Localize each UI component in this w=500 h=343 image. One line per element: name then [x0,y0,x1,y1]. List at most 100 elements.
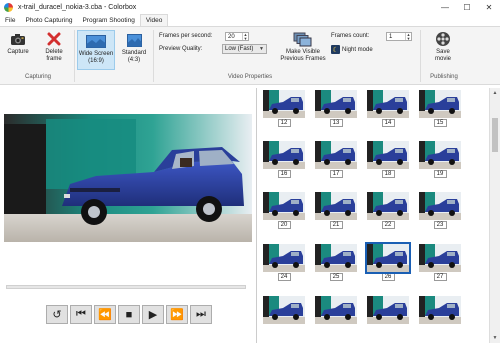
standard-aspect-label: Standard (4:3) [121,50,147,63]
frame-thumbnail-image [263,296,305,324]
frame-thumbnail[interactable]: 23 [419,192,461,229]
ribbon: Capture Delete frame Capturing Wide Scre… [0,27,500,85]
frames-count-value: 1 [389,33,393,40]
fps-value: 20 [228,33,235,40]
frame-number: 15 [433,119,447,127]
tab-video[interactable]: Video [139,14,169,26]
video-properties-group-label: Video Properties [227,74,273,80]
frame-number: 24 [277,273,291,281]
frame-thumbnail[interactable]: 24 [263,244,305,281]
frame-thumbnail[interactable]: 22 [367,192,409,229]
window-title: x-trail_duracel_nokia-3.cba - Colorbox [18,3,137,11]
previous-frames-icon [293,31,313,47]
capture-button[interactable]: Capture [4,31,32,56]
frame-thumbnail[interactable] [315,296,357,333]
first-frame-icon[interactable]: ⏮ [70,305,92,324]
rewind-icon[interactable]: ↺ [46,305,68,324]
frame-thumbnail[interactable]: 12 [263,90,305,127]
frame-thumbnail[interactable]: 20 [263,192,305,229]
wide-screen-label: Wide Screen (16:9) [78,51,114,64]
frame-thumbnail[interactable]: 25 [315,244,357,281]
frame-number: 20 [277,221,291,229]
frame-thumbnail[interactable]: 16 [263,141,305,178]
publishing-group-label: Publishing [430,74,458,80]
preview-pane: ↺ ⏮ ⏪ ■ ▶ ⏩ ⏭ [0,90,256,343]
frame-thumbnail[interactable]: 13 [315,90,357,127]
frame-thumbnail-image [263,90,305,118]
frame-thumbnail[interactable]: 15 [419,90,461,127]
scroll-thumb[interactable] [492,118,498,152]
preview-quality-label: Preview Quality: [159,46,203,52]
standard-aspect-button[interactable]: Standard (4:3) [118,32,150,64]
frame-number: 19 [433,170,447,178]
stop-icon[interactable]: ■ [118,305,140,324]
tab-program-shooting[interactable]: Program Shooting [77,14,139,26]
frame-number: 27 [433,273,447,281]
ribbon-separator [74,30,75,82]
preview-quality-value: Low (Fast) [225,46,254,52]
frame-number: 18 [381,170,395,178]
last-frame-icon[interactable]: ⏭ [190,305,212,324]
frame-thumbnail[interactable] [419,296,461,333]
spinner-arrows-icon[interactable]: ▲ ▼ [405,33,411,40]
frame-thumbnail[interactable]: 17 [315,141,357,178]
window-controls: — ☐ ✕ [434,0,500,14]
frame-thumbnail-image [315,141,357,169]
frame-thumbnail-image [263,192,305,220]
frame-thumbnail-image [419,244,461,272]
previous-frame-icon[interactable]: ⏪ [94,305,116,324]
frame-number: 22 [381,221,395,229]
make-visible-label: Make Visible Previous Frames [280,49,326,62]
frame-thumbnail-image [419,141,461,169]
frame-thumbnail-image [315,192,357,220]
ribbon-tab-bar: File Photo Capturing Program Shooting Vi… [0,14,500,27]
frame-thumbnail[interactable]: 14 [367,90,409,127]
moon-icon: ☾ [331,45,340,54]
frame-thumbnail-image [365,242,411,274]
frame-thumbnail-image [315,90,357,118]
frame-thumbnail-image [263,244,305,272]
frame-thumbnail[interactable]: 26 [365,242,411,281]
frame-number: 26 [381,273,395,281]
timeline-seekbar[interactable] [6,285,246,289]
tab-file[interactable]: File [0,14,20,26]
close-button[interactable]: ✕ [478,0,500,14]
frame-thumbnail-image [315,244,357,272]
frame-thumbnail[interactable]: 27 [419,244,461,281]
ribbon-separator [420,30,421,82]
frame-thumbnail-image [263,141,305,169]
fps-spinner[interactable]: 20 ▲ ▼ [225,32,249,41]
player-controls: ↺ ⏮ ⏪ ■ ▶ ⏩ ⏭ [46,305,212,324]
camera-icon [8,31,28,47]
frames-count-spinner[interactable]: 1 ▲ ▼ [386,32,412,41]
frame-thumbnail[interactable]: 19 [419,141,461,178]
film-reel-icon [433,31,453,47]
play-icon[interactable]: ▶ [142,305,164,324]
save-movie-button[interactable]: Save movie [428,31,458,63]
frame-thumbnail[interactable] [263,296,305,333]
frame-thumbnail[interactable]: 18 [367,141,409,178]
frame-thumbnail[interactable]: 21 [315,192,357,229]
frames-scrollbar[interactable]: ▲ ▼ [489,88,500,343]
minimize-button[interactable]: — [434,0,456,14]
scroll-down-icon[interactable]: ▼ [490,333,500,343]
chevron-down-icon: ▼ [259,46,264,52]
spinner-arrows-icon[interactable]: ▲ ▼ [242,33,248,40]
delete-frame-label: Delete frame [45,49,63,62]
make-visible-previous-frames-button[interactable]: Make Visible Previous Frames [280,31,326,63]
night-mode-toggle[interactable]: ☾ Night mode [331,45,373,54]
maximize-button[interactable]: ☐ [456,0,478,14]
preview-image [4,114,252,242]
frame-number: 12 [277,119,291,127]
tab-photo-capturing[interactable]: Photo Capturing [20,14,77,26]
next-frame-icon[interactable]: ⏩ [166,305,188,324]
frame-thumbnail-image [419,296,461,324]
preview-quality-dropdown[interactable]: Low (Fast) ▼ [222,44,267,54]
delete-frame-button[interactable]: Delete frame [39,31,69,63]
frame-thumbnail[interactable] [367,296,409,333]
frame-thumbnail-image [367,296,409,324]
wide-screen-button[interactable]: Wide Screen (16:9) [77,30,115,70]
save-movie-label: Save movie [434,49,451,62]
scroll-up-icon[interactable]: ▲ [490,88,500,98]
video-preview [4,114,252,242]
